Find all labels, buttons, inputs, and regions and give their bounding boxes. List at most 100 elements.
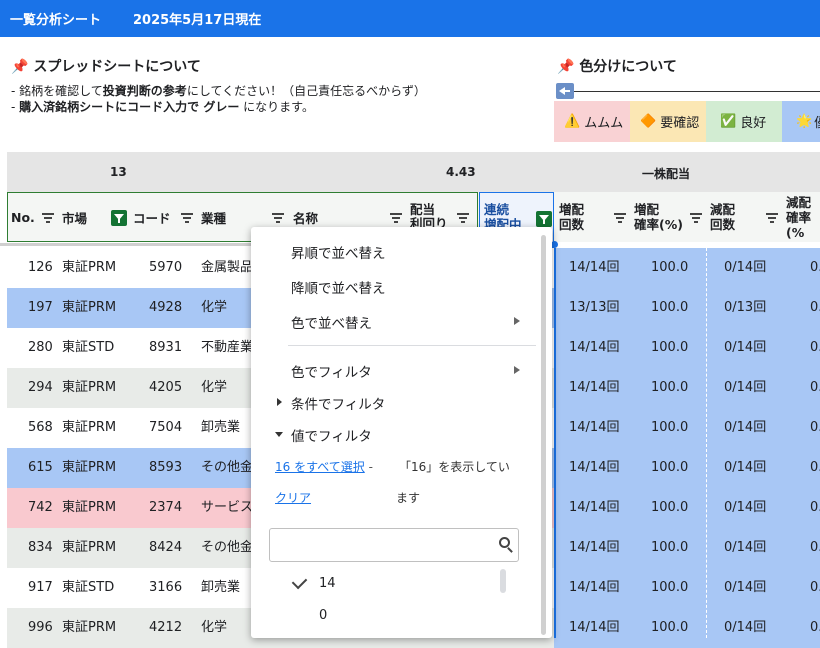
menu-filter-condition[interactable]: 条件でフィルタ: [291, 393, 385, 413]
row-industry[interactable]: 金属製品: [201, 248, 253, 288]
row-market[interactable]: 東証PRM: [62, 408, 116, 448]
row-market[interactable]: 東証STD: [62, 568, 114, 608]
pin-icon: 📌: [11, 59, 29, 75]
arrow-line: [574, 91, 820, 92]
col-industry: 業種: [201, 210, 227, 226]
row-industry[interactable]: 化学: [201, 368, 227, 408]
col-code: コード: [133, 210, 171, 226]
legend-good: ✅ 良好: [706, 101, 782, 142]
row-no[interactable]: 615: [28, 448, 53, 488]
value-search-box[interactable]: [269, 528, 519, 562]
filter-icon[interactable]: [766, 213, 778, 223]
row-market[interactable]: 東証PRM: [62, 608, 116, 648]
as-of-date: 2025年5月17日現在: [133, 13, 262, 28]
info-right-title: 📌 色分けについて: [557, 59, 677, 75]
filter-icon[interactable]: [390, 213, 402, 223]
filter-icon[interactable]: [690, 213, 702, 223]
row-market[interactable]: 東証PRM: [62, 368, 116, 408]
row-industry[interactable]: サービス: [201, 488, 253, 528]
row-market[interactable]: 東証PRM: [62, 488, 116, 528]
legend-mumumu: ⚠️ ムムム: [554, 101, 630, 142]
row-industry[interactable]: 化学: [201, 608, 227, 648]
row-no[interactable]: 917: [28, 568, 53, 608]
filter-icon[interactable]: [457, 213, 469, 223]
row-no[interactable]: 197: [28, 288, 53, 328]
filter-active-icon[interactable]: [536, 211, 552, 227]
row-no[interactable]: 834: [28, 528, 53, 568]
row-industry[interactable]: 化学: [201, 288, 227, 328]
row-industry[interactable]: 卸売業: [201, 568, 240, 608]
row-no[interactable]: 568: [28, 408, 53, 448]
submenu-arrow-icon: [514, 366, 520, 374]
col-dec-rate: 減配 確率(%: [786, 194, 812, 240]
freeze-line: [0, 243, 251, 246]
row-no[interactable]: 126: [28, 248, 53, 288]
row-market[interactable]: 東証PRM: [62, 248, 116, 288]
separator: -: [364, 460, 373, 474]
row-no[interactable]: 294: [28, 368, 53, 408]
row-code[interactable]: 7504: [149, 408, 182, 448]
legend-check: 🔶 要確認: [630, 101, 706, 142]
list-scrollbar[interactable]: [500, 569, 506, 593]
value-option-14[interactable]: 14: [319, 576, 336, 591]
row-industry[interactable]: 不動産業: [201, 328, 253, 368]
row-market[interactable]: 東証PRM: [62, 448, 116, 488]
info-left-title: 📌 スプレッドシートについて: [11, 59, 201, 75]
checkmark-icon[interactable]: [291, 573, 308, 590]
collapse-down-icon[interactable]: [275, 432, 283, 437]
star-icon: 🌟: [796, 114, 813, 129]
legend-label: 良好: [740, 116, 767, 131]
row-market[interactable]: 東証PRM: [62, 288, 116, 328]
row-code[interactable]: 3166: [149, 568, 182, 608]
select-all-link[interactable]: 16 をすべて選択: [275, 460, 365, 474]
value-option-0[interactable]: 0: [319, 608, 327, 623]
menu-filter-color[interactable]: 色でフィルタ: [291, 361, 372, 381]
showing-text-2: ます: [396, 491, 421, 505]
col-inc-rate: 増配 確率(%): [634, 202, 683, 232]
row-market[interactable]: 東証PRM: [62, 528, 116, 568]
pin-icon: 📌: [557, 59, 575, 75]
menu-sort-desc[interactable]: 降順で並べ替え: [291, 277, 386, 297]
back-arrow-icon[interactable]: [556, 83, 574, 99]
row-code[interactable]: 8931: [149, 328, 182, 368]
row-code[interactable]: 5970: [149, 248, 182, 288]
row-market[interactable]: 東証STD: [62, 328, 114, 368]
menu-filter-value[interactable]: 値でフィルタ: [291, 425, 372, 445]
filter-menu: 昇順で並べ替え 降順で並べ替え 色で並べ替え 色でフィルタ 条件でフィルタ 値で…: [251, 227, 552, 638]
row-industry[interactable]: その他金: [201, 448, 253, 488]
menu-scrollbar[interactable]: [541, 235, 546, 635]
col-dec-count: 減配 回数: [710, 202, 736, 232]
row-code[interactable]: 4205: [149, 368, 182, 408]
count-value: 13: [110, 165, 127, 179]
menu-divider: [288, 345, 536, 346]
filter-icon[interactable]: [181, 213, 193, 223]
filter-icon[interactable]: [42, 213, 54, 223]
row-no[interactable]: 280: [28, 328, 53, 368]
dashed-divider: [706, 248, 707, 638]
row-code[interactable]: 2374: [149, 488, 182, 528]
orange-diamond-icon: 🔶: [640, 114, 657, 129]
legend-excellent: 🌟優: [782, 101, 820, 142]
menu-sort-asc[interactable]: 昇順で並べ替え: [291, 242, 386, 262]
expand-right-icon[interactable]: [277, 398, 282, 406]
row-code[interactable]: 8593: [149, 448, 182, 488]
row-code[interactable]: 4212: [149, 608, 182, 648]
submenu-arrow-icon: [514, 317, 520, 325]
section-label: 一株配当: [642, 167, 691, 181]
row-code[interactable]: 4928: [149, 288, 182, 328]
menu-sort-color[interactable]: 色で並べ替え: [291, 312, 372, 332]
clear-link[interactable]: クリア: [275, 489, 311, 506]
row-industry[interactable]: 卸売業: [201, 408, 240, 448]
legend-label: 要確認: [660, 116, 700, 131]
filter-icon[interactable]: [614, 213, 626, 223]
row-industry[interactable]: その他金: [201, 528, 253, 568]
row-no[interactable]: 996: [28, 608, 53, 648]
info-right: 📌 色分けについて: [557, 56, 677, 76]
sheet-title: 一覧分析シート: [10, 13, 102, 28]
info-left-line-2: - 購入済銘柄シートにコード入力で グレー になります。: [11, 100, 314, 114]
selection-handle[interactable]: [551, 241, 558, 248]
row-no[interactable]: 742: [28, 488, 53, 528]
filter-icon[interactable]: [272, 213, 284, 223]
row-code[interactable]: 8424: [149, 528, 182, 568]
filter-active-icon[interactable]: [111, 210, 127, 226]
